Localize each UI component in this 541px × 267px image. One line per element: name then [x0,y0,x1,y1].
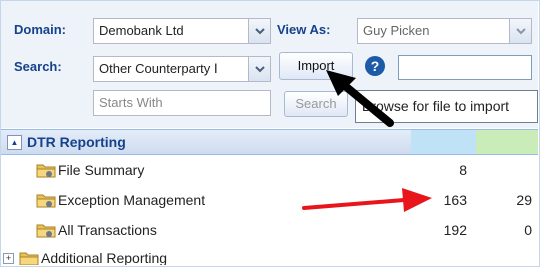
view-as-select-value: Guy Picken [363,23,430,38]
help-icon[interactable]: ? [365,56,385,76]
folder-icon [19,252,39,265]
chevron-down-icon[interactable] [248,19,270,43]
import-file-field[interactable] [398,55,532,80]
chevron-down-icon[interactable] [248,57,270,81]
search-label: Search: [14,59,62,74]
tree-row-file-summary[interactable]: File Summary 8 [1,155,538,185]
count-column-header-1 [411,130,476,154]
count-1: 8 [459,162,467,178]
search-button[interactable]: Search [284,91,348,117]
tree-row-exception-management[interactable]: Exception Management 163 29 [1,185,538,215]
count-1: 163 [443,192,467,208]
count-2: 29 [516,192,532,208]
domain-label: Domain: [14,22,66,37]
search-type-select[interactable]: Other Counterparty Ⅰ [93,56,271,82]
import-tooltip: Browse for file to import [355,90,538,123]
view-as-select[interactable]: Guy Picken [357,18,532,44]
starts-with-input[interactable]: Starts With [93,90,271,116]
tree-row-label: File Summary [58,162,145,178]
folder-icon [36,194,56,208]
collapse-icon[interactable]: ▲ [7,135,22,150]
tree-row-label: Additional Reporting [41,250,168,265]
view-as-label: View As: [277,22,331,37]
folder-icon [36,224,56,238]
count-1: 192 [443,222,467,238]
folder-icon [36,164,56,178]
expand-icon[interactable]: + [3,253,14,264]
dtr-reporting-header[interactable]: ▲ DTR Reporting [1,129,538,155]
chevron-down-icon[interactable] [509,19,531,43]
panel-title: DTR Reporting [27,134,126,150]
tree-row-all-transactions[interactable]: All Transactions 192 0 [1,215,538,245]
count-column-header-2 [476,130,538,154]
tree-row-label: Exception Management [58,192,206,208]
search-type-value: Other Counterparty Ⅰ [99,61,218,76]
domain-select-value: Demobank Ltd [99,23,184,38]
tree-row-label: All Transactions [58,222,157,238]
import-button[interactable]: Import [279,52,353,80]
tree-row-additional-reporting[interactable]: + Additional Reporting [1,245,538,265]
count-2: 0 [524,222,532,238]
domain-select[interactable]: Demobank Ltd [93,18,271,44]
